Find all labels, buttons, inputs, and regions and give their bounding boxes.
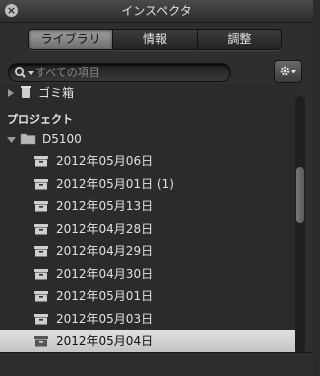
scrollbar-thumb[interactable]: [296, 167, 304, 223]
project-icon: [34, 178, 48, 189]
library-list: ゴミ箱 プロジェクト D5100 2012年05月06日 2012年05月01日 …: [0, 84, 295, 352]
project-list-item[interactable]: 2012年04月29日: [0, 240, 295, 262]
project-list-item-label: 2012年04月28日: [56, 221, 154, 236]
project-list-item-label: 2012年05月13日: [56, 199, 154, 213]
project-icon: [34, 246, 48, 257]
inspector-tab-bar: ライブラリ 情報 調整: [28, 29, 282, 50]
trash-icon: [21, 86, 31, 98]
list-item-label: ゴミ箱: [38, 86, 75, 100]
project-list-item-label: 2012年05月01日: [56, 289, 154, 303]
project-list-item[interactable]: 2012年05月13日: [0, 195, 295, 217]
project-list-item-label: 2012年05月01日 (1): [56, 176, 174, 191]
project-list-item[interactable]: 2012年05月01日 (1): [0, 173, 295, 195]
project-list-item[interactable]: 2012年05月04日: [0, 330, 295, 352]
project-list-item[interactable]: 2012年05月01日: [0, 285, 295, 307]
disclosure-triangle-open-icon[interactable]: [7, 136, 16, 144]
project-list-item[interactable]: 2012年04月28日: [0, 218, 295, 240]
project-icon: [34, 313, 48, 324]
tab-adjust[interactable]: 調整: [198, 30, 281, 49]
project-icon: [34, 336, 48, 347]
project-list-item-label: 2012年04月30日: [56, 266, 154, 281]
project-list-item-label: 2012年05月03日: [56, 311, 154, 326]
title-bar[interactable]: × インスペクタ: [0, 0, 313, 23]
project-list-item-label: 2012年05月04日: [56, 334, 154, 348]
project-list-item[interactable]: 2012年04月30日: [0, 263, 295, 285]
tab-info[interactable]: 情報: [113, 30, 198, 49]
window-bottom-bar: [0, 352, 313, 376]
project-list-item[interactable]: 2012年05月03日: [0, 308, 295, 330]
project-folder-d5100[interactable]: D5100: [0, 128, 295, 150]
folder-icon: [20, 133, 36, 145]
scrollbar-track[interactable]: [295, 96, 305, 353]
project-icon: [34, 268, 48, 279]
project-list-item-label: 2012年04月29日: [56, 244, 154, 258]
project-icon: [34, 291, 48, 302]
project-icon: [34, 156, 48, 167]
disclosure-triangle-icon[interactable]: [7, 89, 15, 97]
section-header: プロジェクト: [7, 113, 73, 126]
search-icon[interactable]: [14, 66, 36, 79]
search-field[interactable]: [8, 63, 231, 82]
project-list-item[interactable]: 2012年05月06日: [0, 150, 295, 172]
window-title: インスペクタ: [121, 4, 192, 18]
project-list-item-label: 2012年05月06日: [56, 154, 154, 168]
list-item-trash[interactable]: ゴミ箱: [0, 84, 295, 104]
inspector-window: × インスペクタ ライブラリ 情報 調整 ゴミ箱 プロジェクト: [0, 0, 313, 376]
action-menu-button[interactable]: [274, 60, 302, 83]
project-icon: [34, 201, 48, 212]
project-folder-label: D5100: [42, 132, 82, 146]
project-icon: [34, 223, 48, 234]
search-input[interactable]: [35, 64, 225, 81]
gear-icon: [280, 66, 296, 76]
tab-library[interactable]: ライブラリ: [29, 30, 114, 49]
